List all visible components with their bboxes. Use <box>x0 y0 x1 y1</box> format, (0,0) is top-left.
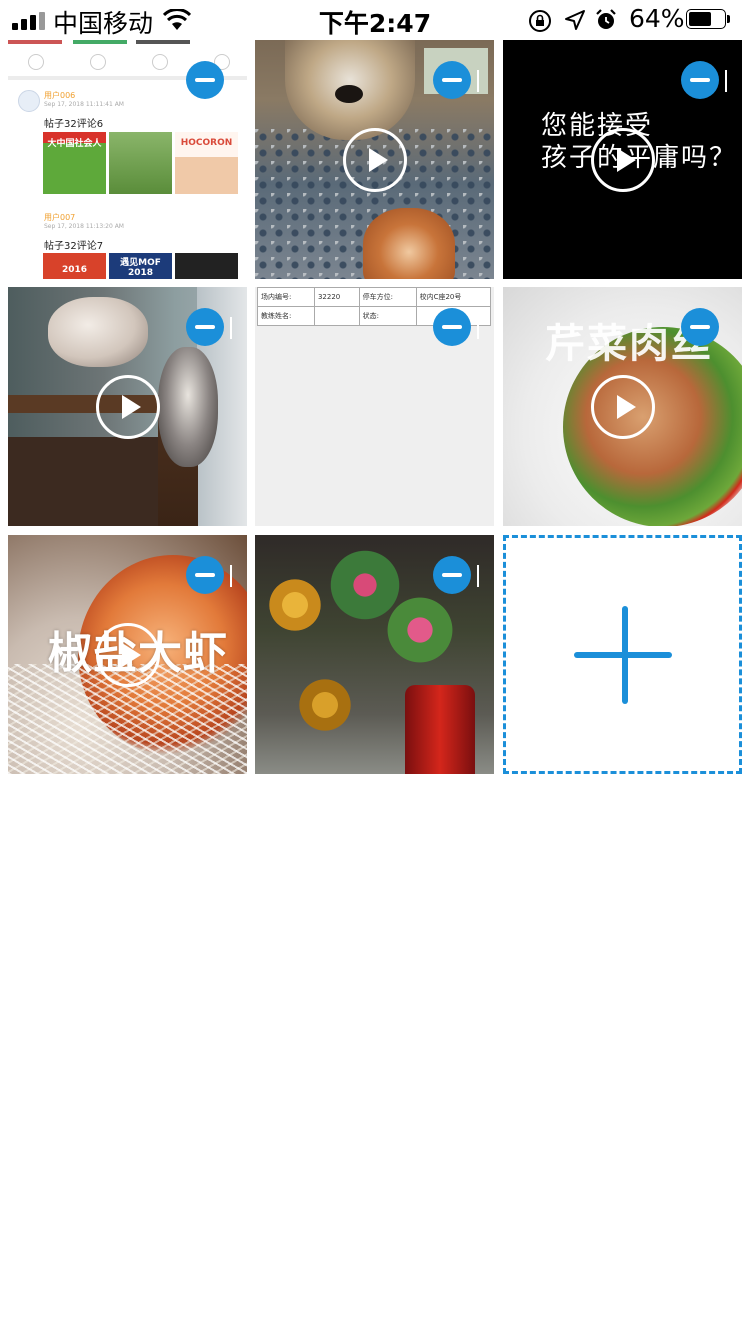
media-tile-video[interactable] <box>8 287 247 526</box>
remove-media-button[interactable] <box>681 61 719 99</box>
avatar <box>18 90 40 112</box>
remove-media-button[interactable] <box>186 556 224 594</box>
media-tile-image[interactable] <box>255 535 494 774</box>
play-icon[interactable] <box>96 623 160 687</box>
post-date: Sep 17, 2018 11:13:20 AM <box>44 223 124 230</box>
post-title: 帖子32评论7 <box>44 241 104 252</box>
remove-media-button[interactable] <box>681 308 719 346</box>
media-tile-video[interactable]: 您能接受 孩子的平庸吗？ <box>503 40 742 279</box>
remove-media-button[interactable] <box>186 308 224 346</box>
alarm-icon <box>596 9 616 29</box>
remove-media-button[interactable] <box>433 556 471 594</box>
add-media-button[interactable] <box>503 535 742 774</box>
media-tile-video[interactable] <box>255 40 494 279</box>
remove-media-button[interactable] <box>186 61 224 99</box>
post-user: 用户007 <box>44 213 76 222</box>
more-icon <box>90 54 106 70</box>
play-icon[interactable] <box>591 375 655 439</box>
status-bar: 中国移动 下午2:47 64% <box>0 0 750 40</box>
orientation-lock-icon <box>529 10 551 32</box>
post-thumbnail: 2016 <box>43 253 106 279</box>
post-thumbnail: 大中国社会人 <box>43 132 106 194</box>
media-tile-video[interactable]: 芹菜肉丝 <box>503 287 742 526</box>
upvote-icon <box>152 54 168 70</box>
remove-media-button[interactable] <box>433 61 471 99</box>
battery-percent: 64% <box>629 4 685 33</box>
post-user: 用户006 <box>44 91 76 100</box>
play-icon[interactable] <box>96 375 160 439</box>
post-thumbnail <box>175 253 238 279</box>
post-title: 帖子32评论6 <box>44 119 104 130</box>
post-thumbnail <box>109 132 172 194</box>
share-icon <box>28 54 44 70</box>
play-icon[interactable] <box>343 128 407 192</box>
post-thumbnail: HOCORON <box>175 132 238 194</box>
media-tile-image[interactable]: 场内编号: 32220 停车方位: 校内C座20号 教练姓名: 状态: <box>255 287 494 526</box>
media-tile-video[interactable]: 椒盐大虾 <box>8 535 247 774</box>
battery-icon <box>686 9 732 31</box>
remove-media-button[interactable] <box>433 308 471 346</box>
media-tile-image[interactable]: 用户006 Sep 17, 2018 11:11:41 AM 帖子32评论6 大… <box>8 40 247 279</box>
post-date: Sep 17, 2018 11:11:41 AM <box>44 101 124 108</box>
location-arrow-icon <box>565 10 585 30</box>
play-icon[interactable] <box>591 128 655 192</box>
post-thumbnail: 遇见MOF 2018 <box>109 253 172 279</box>
